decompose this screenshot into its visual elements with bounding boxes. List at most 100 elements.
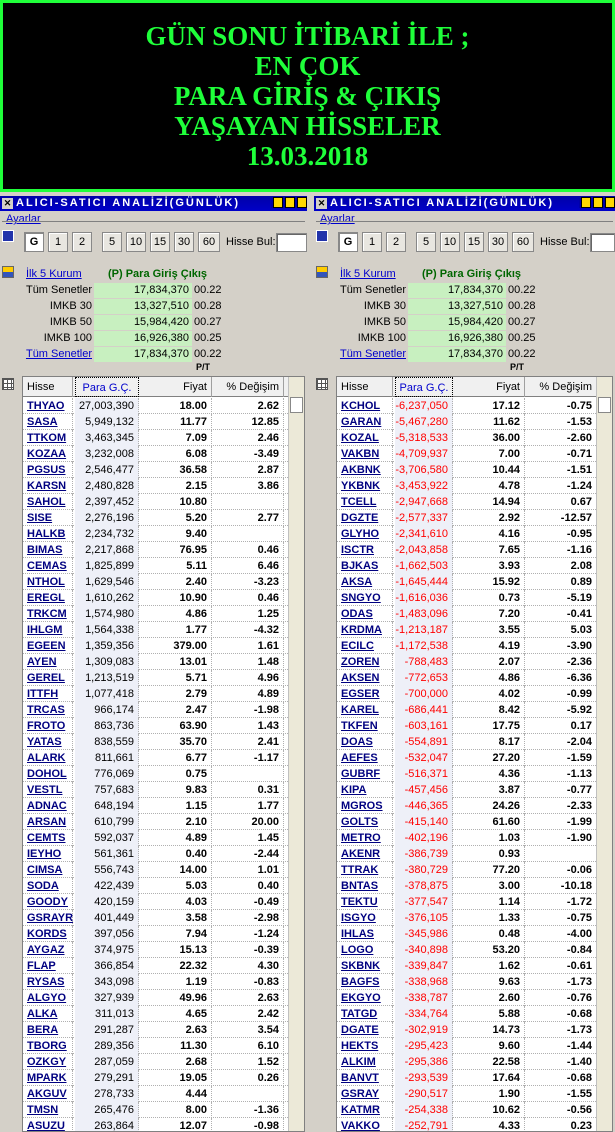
cell-symbol[interactable]: IHLAS [337,926,393,942]
table-row[interactable]: KOZAL -5,318,533 36.00 -2.60 [337,430,598,446]
table-row[interactable]: BERA 291,287 2.63 3.54 [23,1022,290,1038]
summary-label[interactable]: Tüm Senetler [26,348,92,360]
column-header-3[interactable]: % Değişim [214,377,284,397]
period-button-15[interactable]: 15 [150,232,170,252]
cell-symbol[interactable]: METRO [337,830,393,846]
settings-link[interactable]: Ayarlar [6,213,41,225]
cell-symbol[interactable]: SISE [23,510,73,526]
table-row[interactable]: GEREL 1,213,519 5.71 4.96 [23,670,290,686]
table-row[interactable]: ISGYO -376,105 1.33 -0.75 [337,910,598,926]
period-button-2[interactable]: 2 [386,232,406,252]
cell-symbol[interactable]: BERA [23,1022,73,1038]
cell-symbol[interactable]: ALKIM [337,1054,393,1070]
cell-symbol[interactable]: VAKBN [337,446,393,462]
table-row[interactable]: VAKBN -4,709,937 7.00 -0.71 [337,446,598,462]
table-row[interactable]: HEKTS -295,423 9.60 -1.44 [337,1038,598,1054]
cell-symbol[interactable]: MPARK [23,1070,73,1086]
period-button-5[interactable]: 5 [416,232,436,252]
cell-symbol[interactable]: IEYHO [23,846,73,862]
table-row[interactable]: BJKAS -1,662,503 3.93 2.08 [337,558,598,574]
table-row[interactable]: AKSA -1,645,444 15.92 0.89 [337,574,598,590]
table-row[interactable]: DGATE -302,919 14.73 -1.73 [337,1022,598,1038]
cell-symbol[interactable]: ITTFH [23,686,73,702]
column-header-0[interactable]: Hisse [23,377,73,397]
cell-symbol[interactable]: PGSUS [23,462,73,478]
cell-symbol[interactable]: SNGYO [337,590,393,606]
table-row[interactable]: PGSUS 2,546,477 36.58 2.87 [23,462,290,478]
cell-symbol[interactable]: AKSA [337,574,393,590]
cell-symbol[interactable]: LOGO [337,942,393,958]
table-row[interactable]: GOODY 420,159 4.03 -0.49 [23,894,290,910]
cell-symbol[interactable]: AKENR [337,846,393,862]
cell-symbol[interactable]: AKBNK [337,462,393,478]
table-row[interactable]: TMSN 265,476 8.00 -1.36 [23,1102,290,1118]
cell-symbol[interactable]: TKFEN [337,718,393,734]
cell-symbol[interactable]: GARAN [337,414,393,430]
period-button-1[interactable]: 1 [48,232,68,252]
cell-symbol[interactable]: BANVT [337,1070,393,1086]
cell-symbol[interactable]: SAHOL [23,494,73,510]
cell-symbol[interactable]: KORDS [23,926,73,942]
cell-symbol[interactable]: TRKCM [23,606,73,622]
cell-symbol[interactable]: HALKB [23,526,73,542]
cell-symbol[interactable]: TTKOM [23,430,73,446]
cell-symbol[interactable]: DGZTE [337,510,393,526]
cell-symbol[interactable]: GUBRF [337,766,393,782]
table-row[interactable]: GARAN -5,467,280 11.62 -1.53 [337,414,598,430]
stock-search-input[interactable] [590,233,615,252]
table-row[interactable]: ALARK 811,661 6.77 -1.17 [23,750,290,766]
table-row[interactable]: AKSEN -772,653 4.86 -6.36 [337,670,598,686]
column-header-3[interactable]: % Değişim [527,377,597,397]
table-row[interactable]: OZKGY 287,059 2.68 1.52 [23,1054,290,1070]
table-row[interactable]: GSRAYR 401,449 3.58 -2.98 [23,910,290,926]
table-row[interactable]: YKBNK -3,453,922 4.78 -1.24 [337,478,598,494]
cell-symbol[interactable]: ADNAC [23,798,73,814]
cell-symbol[interactable]: DOAS [337,734,393,750]
cell-symbol[interactable]: KIPA [337,782,393,798]
minimize-icon[interactable] [605,197,615,208]
restore-icon[interactable] [581,197,591,208]
cell-symbol[interactable]: KOZAA [23,446,73,462]
cell-symbol[interactable]: VAKKO [337,1118,393,1131]
table-row[interactable]: KOZAA 3,232,008 6.08 -3.49 [23,446,290,462]
table-row[interactable]: KORDS 397,056 7.94 -1.24 [23,926,290,942]
cell-symbol[interactable]: SODA [23,878,73,894]
minimize-icon[interactable] [297,197,307,208]
period-button-5[interactable]: 5 [102,232,122,252]
table-row[interactable]: EGEEN 1,359,356 379.00 1.61 [23,638,290,654]
table-row[interactable]: THYAO 27,003,390 18.00 2.62 [23,398,290,414]
table-row[interactable]: EREGL 1,610,262 10.90 0.46 [23,590,290,606]
table-row[interactable]: ARSAN 610,799 2.10 20.00 [23,814,290,830]
table-row[interactable]: BNTAS -378,875 3.00 -10.18 [337,878,598,894]
column-header-1[interactable]: Para G.Ç. [395,377,453,397]
cell-symbol[interactable]: AEFES [337,750,393,766]
scroll-thumb[interactable] [290,397,303,413]
cell-symbol[interactable]: ARSAN [23,814,73,830]
table-row[interactable]: EGSER -700,000 4.02 -0.99 [337,686,598,702]
table-row[interactable]: SISE 2,276,196 5.20 2.77 [23,510,290,526]
table-row[interactable]: KARSN 2,480,828 2.15 3.86 [23,478,290,494]
table-row[interactable]: NTHOL 1,629,546 2.40 -3.23 [23,574,290,590]
table-row[interactable]: GLYHO -2,341,610 4.16 -0.95 [337,526,598,542]
table-row[interactable]: KIPA -457,456 3.87 -0.77 [337,782,598,798]
cell-symbol[interactable]: AYEN [23,654,73,670]
table-row[interactable]: SKBNK -339,847 1.62 -0.61 [337,958,598,974]
table-row[interactable]: RYSAS 343,098 1.19 -0.83 [23,974,290,990]
maximize-icon[interactable] [285,197,295,208]
cell-symbol[interactable]: GSRAYR [23,910,73,926]
vertical-scrollbar[interactable] [596,377,612,1131]
maximize-icon[interactable] [593,197,603,208]
table-row[interactable]: BANVT -293,539 17.64 -0.68 [337,1070,598,1086]
cell-symbol[interactable]: EGSER [337,686,393,702]
cell-symbol[interactable]: ZOREN [337,654,393,670]
cell-symbol[interactable]: TCELL [337,494,393,510]
cell-symbol[interactable]: AKGUV [23,1086,73,1102]
cell-symbol[interactable]: YKBNK [337,478,393,494]
cell-symbol[interactable]: AKSEN [337,670,393,686]
period-button-G[interactable]: G [24,232,44,252]
table-row[interactable]: AKBNK -3,706,580 10.44 -1.51 [337,462,598,478]
cell-symbol[interactable]: DOHOL [23,766,73,782]
cell-symbol[interactable]: VESTL [23,782,73,798]
cell-symbol[interactable]: BJKAS [337,558,393,574]
cell-symbol[interactable]: HEKTS [337,1038,393,1054]
